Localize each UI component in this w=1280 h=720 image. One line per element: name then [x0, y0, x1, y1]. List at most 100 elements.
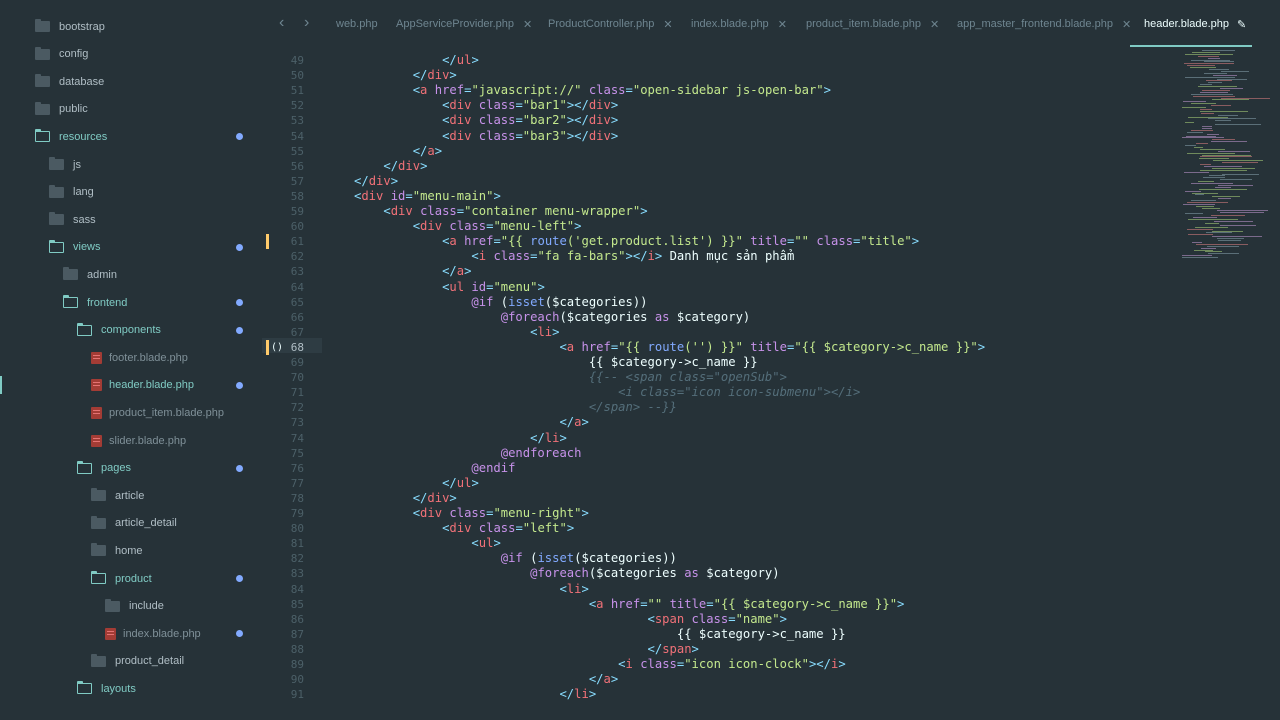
folder-item[interactable]: pages: [0, 455, 262, 482]
code-token: class: [449, 506, 487, 520]
minimap-line: [1220, 224, 1256, 226]
code-line: </a>: [354, 415, 588, 430]
minimap-line: [1185, 145, 1197, 146]
folder-item[interactable]: frontend: [0, 289, 262, 316]
minimap-line: [1211, 196, 1241, 198]
minimap-line: [1217, 114, 1238, 116]
folder-icon: [91, 515, 106, 529]
tab-productcontroller-php[interactable]: ProductController.php ✕: [548, 0, 673, 48]
file-item[interactable]: index.blade.php: [0, 620, 262, 647]
folder-item[interactable]: article: [0, 482, 262, 509]
minimap-line: [1216, 238, 1245, 240]
minimap-line: [1186, 228, 1213, 230]
code-token: <: [471, 536, 479, 551]
folder-item[interactable]: bootstrap: [0, 13, 262, 40]
file-item[interactable]: footer.blade.php: [0, 344, 262, 371]
tab-label: AppServiceProvider.php: [396, 18, 515, 30]
minimap-line: [1194, 249, 1214, 251]
folder-item[interactable]: database: [0, 68, 262, 95]
folder-item[interactable]: admin: [0, 261, 262, 288]
folder-item[interactable]: config: [0, 41, 262, 68]
folder-item[interactable]: layouts: [0, 675, 262, 702]
code-token: =: [625, 83, 633, 98]
minimap-line: [1191, 51, 1220, 53]
modified-dot-icon: [236, 326, 243, 334]
code-line: <div id="menu-main">: [354, 189, 501, 204]
minimap-line: [1208, 82, 1223, 84]
folder-item[interactable]: resources: [0, 123, 262, 150]
code-token: {{-- <span class="openSub">: [588, 370, 787, 385]
code-token: >: [464, 264, 472, 279]
minimap-line: [1182, 255, 1212, 257]
folder-item[interactable]: views: [0, 234, 262, 261]
minimap-line: [1219, 211, 1264, 213]
line-number: 72: [290, 401, 304, 415]
code-token: div: [427, 68, 450, 83]
line-number: 87: [290, 627, 304, 641]
tab-web-php[interactable]: web.php: [336, 0, 378, 48]
tree-item-label: footer.blade.php: [109, 351, 188, 364]
file-item[interactable]: slider.blade.php: [0, 427, 262, 454]
close-icon[interactable]: ✕: [930, 18, 939, 31]
tab-index-blade-php[interactable]: index.blade.php ✕: [691, 0, 787, 48]
code-token: =: [706, 596, 714, 611]
folder-item[interactable]: include: [0, 593, 262, 620]
code-token: "open-sidebar js-open-bar": [632, 83, 824, 98]
folder-item[interactable]: js: [0, 151, 262, 178]
folder-item[interactable]: home: [0, 537, 262, 564]
code-token: as: [684, 566, 699, 581]
tab-product-item-blade-php[interactable]: product_item.blade.php ✕: [806, 0, 939, 48]
minimap-line: [1188, 219, 1238, 221]
line-number: 64: [290, 280, 304, 294]
code-token: >: [449, 490, 457, 505]
code-editor[interactable]: 49 50 51 52 53 54 55 56 57 58 59 60 61 62 63 64 65 66 67 68…: [262, 48, 1280, 710]
line-number: 85: [290, 597, 304, 611]
minimap[interactable]: [1172, 48, 1280, 308]
tab-appserviceprovider-php[interactable]: AppServiceProvider.php ✕: [396, 0, 532, 48]
code-token: </span> --}}: [588, 400, 677, 415]
code-token: ($categories: [559, 309, 655, 324]
folder-item[interactable]: article_detail: [0, 510, 262, 537]
close-icon[interactable]: ✕: [523, 18, 532, 31]
close-icon[interactable]: ✕: [1122, 18, 1131, 31]
chevron-left-icon[interactable]: ‹: [279, 14, 284, 32]
line-number: 60: [290, 220, 304, 234]
file-item[interactable]: header.blade.php: [0, 372, 262, 399]
minimap-line: [1204, 251, 1223, 253]
tab-app-master-frontend-blade-php[interactable]: app_master_frontend.blade.php ✕: [957, 0, 1131, 48]
minimap-line: [1185, 190, 1201, 192]
folder-item[interactable]: components: [0, 317, 262, 344]
code-token: class: [478, 113, 516, 128]
modified-dot-icon: [236, 243, 243, 251]
tree-item-label: include: [129, 600, 164, 613]
folder-item[interactable]: sass: [0, 206, 262, 233]
close-icon[interactable]: ✕: [778, 18, 787, 31]
folder-item[interactable]: lang: [0, 179, 262, 206]
folder-item[interactable]: public: [0, 96, 262, 123]
line-number: 79: [290, 507, 304, 520]
minimap-line: [1200, 84, 1213, 86]
code-token: i: [647, 249, 655, 264]
file-item[interactable]: product_item.blade.php: [0, 399, 262, 426]
line-number: 49: [290, 54, 304, 67]
code-line: {{ $category->c_name }}: [354, 355, 758, 370]
folder-item[interactable]: product_detail: [0, 648, 262, 675]
code-line: <div class="container menu-wrapper">: [354, 204, 647, 219]
folder-icon: [35, 46, 50, 60]
chevron-right-icon[interactable]: ›: [304, 14, 309, 32]
folder-item[interactable]: product: [0, 565, 262, 592]
code-line: </a>: [354, 264, 471, 279]
minimap-line: [1215, 124, 1262, 126]
close-icon[interactable]: ✕: [663, 18, 672, 31]
tab-header-blade-php[interactable]: header.blade.php ✎: [1144, 0, 1246, 48]
code-line: </div>: [354, 174, 398, 189]
code-token: span: [654, 611, 692, 626]
